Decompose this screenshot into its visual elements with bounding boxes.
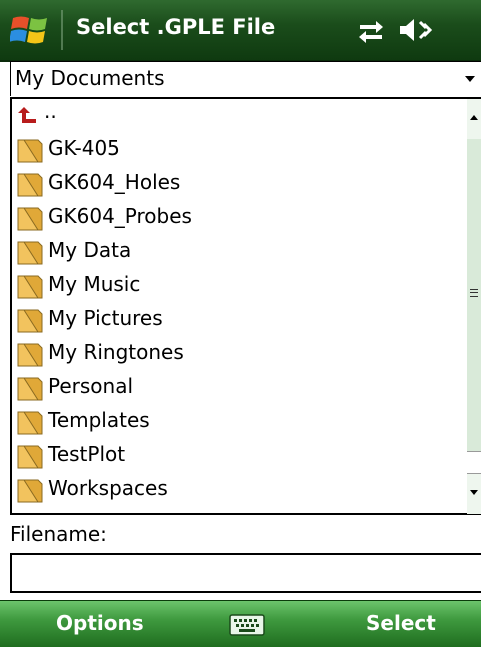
vertical-scrollbar[interactable] bbox=[467, 97, 481, 515]
list-item-folder[interactable]: TestPlot bbox=[12, 439, 467, 473]
folder-icon bbox=[17, 241, 43, 265]
select-softkey[interactable]: Select bbox=[366, 611, 436, 635]
list-item-folder[interactable]: GK604_Holes bbox=[12, 167, 467, 201]
chevron-down-icon[interactable] bbox=[465, 76, 475, 82]
list-item-label: .. bbox=[44, 99, 57, 123]
scroll-track[interactable] bbox=[467, 451, 481, 474]
title-separator bbox=[61, 10, 63, 50]
file-list[interactable]: .. GK-405 GK604_Holes GK604_Probes My Da… bbox=[10, 97, 467, 515]
scroll-up-button[interactable] bbox=[467, 99, 481, 140]
list-item-label: Personal bbox=[48, 374, 134, 398]
folder-icon bbox=[17, 411, 43, 435]
keyboard-icon[interactable] bbox=[229, 614, 265, 636]
up-folder-icon bbox=[18, 107, 36, 123]
options-softkey[interactable]: Options bbox=[56, 611, 144, 635]
location-dropdown[interactable]: My Documents bbox=[10, 61, 481, 96]
window-title: Select .GPLE File bbox=[76, 15, 276, 39]
grip-icon bbox=[470, 289, 478, 297]
sync-icon[interactable] bbox=[356, 16, 386, 44]
list-item-label: Templates bbox=[48, 408, 150, 432]
list-item-label: My Pictures bbox=[48, 306, 163, 330]
list-item-label: GK-405 bbox=[48, 136, 120, 160]
list-item-folder[interactable]: Personal bbox=[12, 371, 467, 405]
list-item-folder[interactable]: GK604_Probes bbox=[12, 201, 467, 235]
folder-icon bbox=[17, 479, 43, 503]
list-item-label: Workspaces bbox=[48, 476, 168, 500]
list-item-folder[interactable]: GK-405 bbox=[12, 133, 467, 167]
volume-icon[interactable] bbox=[398, 16, 432, 44]
folder-icon bbox=[17, 445, 43, 469]
folder-icon bbox=[17, 309, 43, 333]
folder-icon bbox=[17, 275, 43, 299]
list-item-label: My Music bbox=[48, 272, 141, 296]
chevron-down-icon bbox=[470, 490, 478, 495]
list-item-up[interactable]: .. bbox=[12, 99, 467, 133]
folder-icon bbox=[17, 343, 43, 367]
folder-icon bbox=[17, 139, 43, 163]
scroll-thumb[interactable] bbox=[467, 139, 481, 451]
list-item-folder[interactable]: My Data bbox=[12, 235, 467, 269]
chevron-up-icon bbox=[470, 115, 478, 120]
list-item-label: My Ringtones bbox=[48, 340, 184, 364]
list-item-folder[interactable]: My Ringtones bbox=[12, 337, 467, 371]
list-item-label: GK604_Holes bbox=[48, 170, 181, 194]
list-item-label: TestPlot bbox=[48, 442, 126, 466]
filename-input[interactable] bbox=[10, 553, 481, 593]
windows-start-icon[interactable] bbox=[10, 12, 52, 48]
list-item-label: GK604_Probes bbox=[48, 204, 192, 228]
softkey-bar: Options Select bbox=[0, 600, 481, 647]
list-item-folder[interactable]: Workspaces bbox=[12, 473, 467, 507]
location-dropdown-value: My Documents bbox=[15, 66, 165, 90]
title-bar: Select .GPLE File bbox=[0, 0, 481, 62]
folder-icon bbox=[17, 207, 43, 231]
filename-label: Filename: bbox=[10, 522, 107, 546]
folder-icon bbox=[17, 377, 43, 401]
list-item-folder[interactable]: My Music bbox=[12, 269, 467, 303]
scroll-down-button[interactable] bbox=[467, 473, 481, 514]
folder-icon bbox=[17, 173, 43, 197]
list-item-folder[interactable]: My Pictures bbox=[12, 303, 467, 337]
list-item-label: My Data bbox=[48, 238, 132, 262]
list-item-folder[interactable]: Templates bbox=[12, 405, 467, 439]
